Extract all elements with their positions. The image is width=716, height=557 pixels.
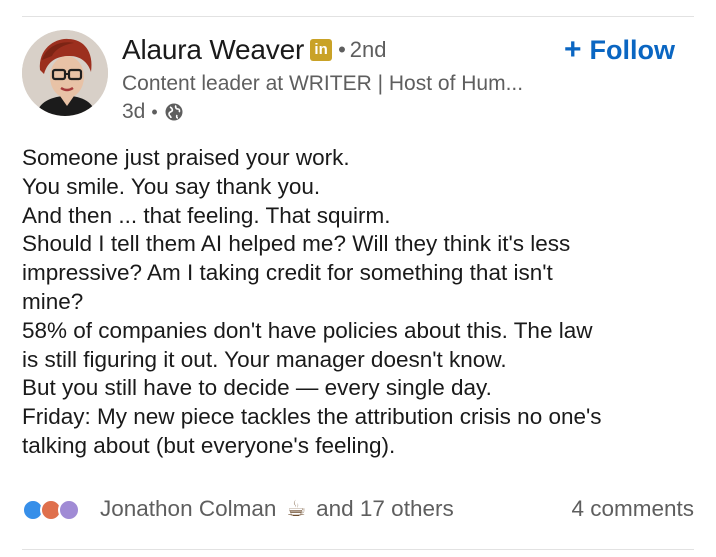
globe-icon: [165, 103, 183, 121]
bottom-divider: [22, 549, 694, 550]
post-line: And then ... that feeling. That squirm.: [22, 202, 391, 228]
top-divider: [22, 16, 694, 17]
reactions-summary[interactable]: Jonathon Colman ☕ and 17 others: [100, 496, 454, 522]
author-headline: Content leader at WRITER | Host of Hum..…: [122, 72, 524, 95]
post-line: is still figuring it out. Your manager d…: [22, 346, 507, 372]
post-line: mine?: [22, 288, 84, 314]
post-line: But you still have to decide — every sin…: [22, 375, 492, 401]
author-name-row: Alaura Weaver in • 2nd: [122, 30, 562, 70]
author-avatar[interactable]: [22, 30, 108, 116]
feed-post: Alaura Weaver in • 2nd Content leader at…: [0, 0, 716, 557]
post-meta: 3d •: [122, 98, 562, 126]
author-name[interactable]: Alaura Weaver: [122, 34, 304, 66]
reaction-icons[interactable]: [22, 494, 94, 524]
author-info: Alaura Weaver in • 2nd Content leader at…: [122, 30, 562, 126]
post-text: Someone just praised your work. You smil…: [22, 144, 702, 461]
post-line: 58% of companies don't have policies abo…: [22, 317, 593, 343]
post-line: Someone just praised your work.: [22, 145, 350, 170]
post-line: You smile. You say thank you.: [22, 173, 321, 199]
comments-count[interactable]: 4 comments: [571, 496, 694, 522]
post-line: impressive? Am I taking credit for somet…: [22, 260, 553, 286]
post-line: talking about (but everyone's feeling).: [22, 432, 396, 458]
post-timestamp: 3d: [122, 100, 146, 123]
insightful-reaction-icon: [58, 499, 80, 521]
coffee-icon: ☕: [286, 496, 307, 521]
separator-dot: •: [338, 37, 346, 62]
post-line: Should I tell them AI helped me? Will th…: [22, 231, 571, 257]
separator-dot: •: [151, 101, 158, 122]
follow-label: Follow: [589, 34, 676, 65]
linkedin-badge-icon: in: [310, 39, 333, 61]
reactor-others: and 17 others: [316, 496, 454, 521]
reactor-name: Jonathon Colman: [100, 496, 277, 521]
follow-button[interactable]: + Follow: [564, 30, 675, 70]
plus-icon: +: [564, 33, 582, 66]
post-line: Friday: My new piece tackles the attribu…: [22, 404, 602, 430]
avatar-image: [22, 30, 108, 116]
connection-degree: 2nd: [349, 37, 387, 62]
social-counts-bar: Jonathon Colman ☕ and 17 others 4 commen…: [22, 490, 694, 528]
